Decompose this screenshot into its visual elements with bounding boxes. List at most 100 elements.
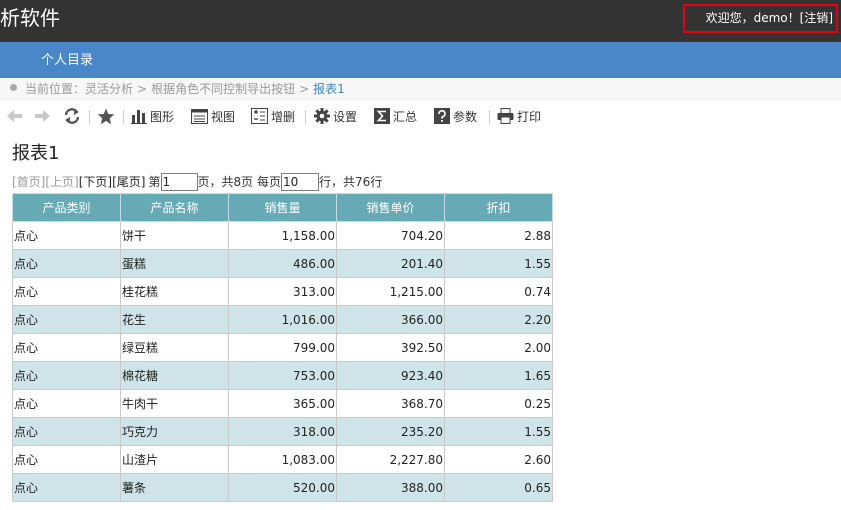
settings-button[interactable]: 设置	[314, 103, 357, 129]
table-row: 点心 牛肉干 365.00 368.70 0.25	[12, 389, 553, 418]
bar-chart-icon	[131, 109, 147, 124]
next-page-link[interactable]: [下页]	[79, 173, 112, 191]
cell-category: 点心	[12, 333, 121, 362]
view-icon	[191, 108, 208, 124]
cell-sales-volume: 1,083.00	[228, 445, 337, 474]
back-button[interactable]	[6, 103, 24, 129]
breadcrumb-prefix: 当前位置：	[25, 82, 86, 96]
breadcrumb: 当前位置：灵活分析 > 根据角色不同控制导出按钮 > 报表1	[25, 78, 345, 100]
summary-button[interactable]: 汇总	[374, 103, 417, 129]
arrow-left-icon	[7, 110, 22, 122]
print-button[interactable]: 打印	[497, 103, 541, 129]
top-bar: 析软件 欢迎您，demo！[注销]	[0, 0, 841, 42]
column-header-sales-volume[interactable]: 销售量	[228, 193, 337, 222]
first-page-link[interactable]: [首页]	[12, 173, 45, 191]
add-delete-icon	[251, 108, 268, 124]
refresh-button[interactable]	[63, 103, 81, 129]
sigma-icon	[374, 108, 390, 124]
cell-discount: 1.55	[444, 249, 553, 278]
bullet-icon	[10, 84, 17, 91]
breadcrumb-separator: >	[299, 82, 310, 96]
cell-discount: 2.88	[444, 221, 553, 250]
cell-product-name: 绿豆糕	[120, 333, 229, 362]
settings-button-label: 设置	[333, 109, 358, 124]
table-header-row: 产品类别 产品名称 销售量 销售单价 折扣	[12, 193, 553, 222]
cell-unit-price: 392.50	[336, 333, 445, 362]
welcome-bracket: ]	[828, 11, 833, 25]
cell-product-name: 薯条	[120, 473, 229, 502]
cell-unit-price: 201.40	[336, 249, 445, 278]
view-button-label: 视图	[211, 109, 236, 124]
cell-discount: 2.20	[444, 305, 553, 334]
toolbar: 图形 视图 增删 设置 汇总 参数 打印	[0, 103, 841, 129]
cell-product-name: 牛肉干	[120, 389, 229, 418]
table-row: 点心 蛋糕 486.00 201.40 1.55	[12, 249, 553, 278]
toolbar-divider	[305, 110, 306, 124]
cell-sales-volume: 313.00	[228, 277, 337, 306]
cell-product-name: 山渣片	[120, 445, 229, 474]
chart-button-label: 图形	[150, 109, 175, 124]
page-size-input[interactable]	[280, 173, 319, 191]
column-header-product-name[interactable]: 产品名称	[120, 193, 229, 222]
parameters-button[interactable]: 参数	[434, 103, 477, 129]
cell-category: 点心	[12, 445, 121, 474]
cell-product-name: 蛋糕	[120, 249, 229, 278]
cell-sales-volume: 318.00	[228, 417, 337, 446]
cell-discount: 0.74	[444, 277, 553, 306]
cell-unit-price: 366.00	[336, 305, 445, 334]
breadcrumb-bar: 当前位置：灵活分析 > 根据角色不同控制导出按钮 > 报表1	[0, 78, 841, 101]
cell-unit-price: 368.70	[336, 389, 445, 418]
page-number-input[interactable]	[160, 173, 198, 191]
nav-item-personal-catalog[interactable]: 个人目录	[41, 42, 93, 78]
cell-unit-price: 235.20	[336, 417, 445, 446]
cell-category: 点心	[12, 249, 121, 278]
cell-product-name: 巧克力	[120, 417, 229, 446]
prev-page-link[interactable]: [上页]	[45, 173, 78, 191]
forward-button[interactable]	[33, 103, 51, 129]
table-row: 点心 山渣片 1,083.00 2,227.80 2.60	[12, 445, 553, 474]
last-page-link[interactable]: [尾页]	[112, 173, 145, 191]
table-row: 点心 棉花糖 753.00 923.40 1.65	[12, 361, 553, 390]
printer-icon	[497, 108, 514, 124]
logout-link[interactable]: 注销	[804, 11, 828, 25]
add-delete-button-label: 增删	[271, 109, 296, 124]
cell-sales-volume: 365.00	[228, 389, 337, 418]
favorite-button[interactable]	[97, 103, 115, 129]
cell-discount: 2.60	[444, 445, 553, 474]
cell-product-name: 棉花糖	[120, 361, 229, 390]
page-prefix-label: 第	[148, 175, 161, 189]
user-welcome-box: 欢迎您，demo！[注销]	[683, 4, 838, 33]
column-header-unit-price[interactable]: 销售单价	[336, 193, 445, 222]
breadcrumb-item-role-export[interactable]: 根据角色不同控制导出按钮	[151, 82, 295, 96]
cell-category: 点心	[12, 389, 121, 418]
arrow-right-icon	[35, 110, 50, 122]
cell-category: 点心	[12, 361, 121, 390]
cell-category: 点心	[12, 417, 121, 446]
cell-sales-volume: 799.00	[228, 333, 337, 362]
cell-discount: 0.25	[444, 389, 553, 418]
cell-sales-volume: 753.00	[228, 361, 337, 390]
breadcrumb-item-flexible-analysis[interactable]: 灵活分析	[85, 82, 133, 96]
cell-unit-price: 704.20	[336, 221, 445, 250]
print-button-label: 打印	[517, 109, 542, 124]
add-delete-button[interactable]: 增删	[251, 103, 295, 129]
cell-sales-volume: 486.00	[228, 249, 337, 278]
column-header-discount[interactable]: 折扣	[444, 193, 553, 222]
cell-discount: 2.00	[444, 333, 553, 362]
cell-product-name: 花生	[120, 305, 229, 334]
cell-sales-volume: 520.00	[228, 473, 337, 502]
row-count-label: 行，共76行	[318, 175, 383, 189]
cell-product-name: 桂花糕	[120, 277, 229, 306]
main-nav: 个人目录	[0, 42, 841, 78]
view-button[interactable]: 视图	[191, 103, 235, 129]
report-title: 报表1	[12, 143, 60, 164]
table-row: 点心 饼干 1,158.00 704.20 2.88	[12, 221, 553, 250]
cell-discount: 1.55	[444, 417, 553, 446]
cell-sales-volume: 1,016.00	[228, 305, 337, 334]
table-row: 点心 薯条 520.00 388.00 0.65	[12, 473, 553, 502]
column-header-category[interactable]: 产品类别	[12, 193, 121, 222]
chart-button[interactable]: 图形	[131, 103, 174, 129]
welcome-text: 欢迎您，demo！[	[705, 11, 805, 25]
table-row: 点心 花生 1,016.00 366.00 2.20	[12, 305, 553, 334]
parameters-button-label: 参数	[453, 109, 478, 124]
